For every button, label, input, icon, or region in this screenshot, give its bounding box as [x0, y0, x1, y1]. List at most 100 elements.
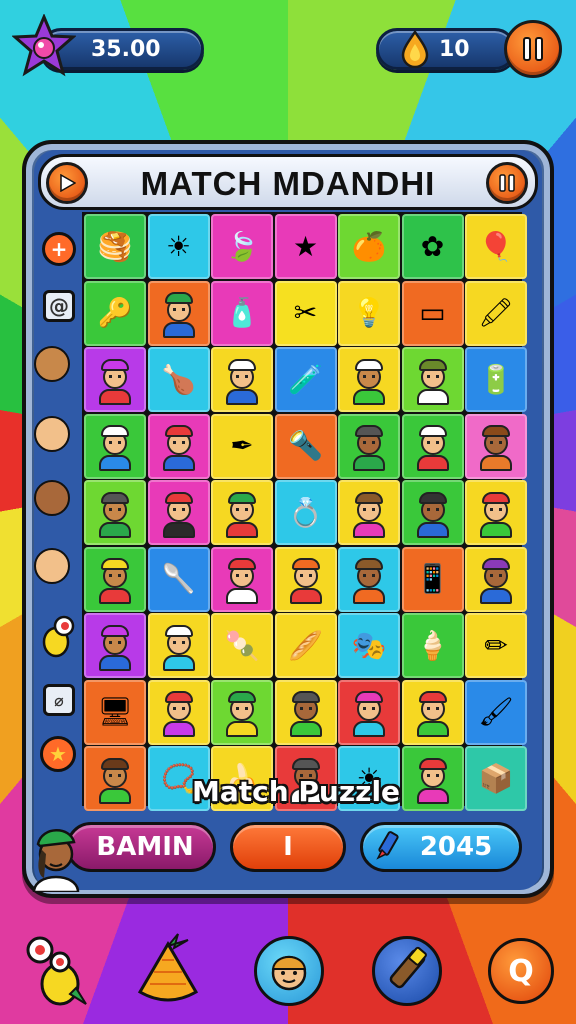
tile[interactable]: 🥖 — [274, 613, 337, 678]
tile[interactable] — [274, 546, 337, 612]
box-icon: 📦 — [478, 761, 514, 795]
tile[interactable] — [84, 347, 146, 412]
leaf-icon: 🍃 — [224, 229, 260, 263]
tile[interactable]: 🔦 — [274, 413, 337, 479]
tile[interactable] — [211, 679, 273, 745]
character-icon — [413, 355, 453, 405]
tile[interactable]: ✒ — [211, 413, 273, 479]
player-avatar[interactable] — [24, 820, 88, 892]
tile[interactable] — [84, 746, 146, 811]
character-icon — [222, 488, 262, 538]
side-chick-icon[interactable] — [34, 612, 76, 662]
marker-icon: 🖍 — [478, 296, 514, 329]
tile[interactable]: ☀ — [147, 214, 210, 279]
settings-button[interactable]: @ — [43, 290, 75, 322]
pancakes-icon: 🥞 — [97, 229, 133, 263]
character-icon — [476, 488, 516, 538]
tile[interactable]: 🖥 — [84, 679, 146, 745]
nav-tool-button[interactable] — [372, 936, 442, 1006]
tile[interactable]: 🍗 — [147, 347, 210, 412]
tile[interactable] — [147, 413, 210, 479]
tile[interactable]: 🍊 — [338, 214, 400, 279]
pause-icon — [523, 37, 543, 61]
tile[interactable]: 🔋 — [465, 347, 527, 412]
tile[interactable] — [465, 413, 527, 479]
side-avatar-3[interactable] — [34, 480, 70, 516]
tile[interactable] — [465, 546, 527, 612]
phone-icon: 📱 — [415, 562, 450, 595]
tile[interactable] — [147, 480, 210, 545]
tile[interactable]: 🥄 — [147, 546, 210, 612]
play-button[interactable] — [46, 162, 88, 204]
spoon-icon: 🥄 — [161, 562, 196, 595]
tile[interactable]: ★ — [274, 214, 337, 279]
tile[interactable]: 🖌 — [465, 679, 527, 745]
flashlight-icon: 🔦 — [288, 429, 323, 462]
tile[interactable] — [211, 480, 273, 545]
nav-character-icon[interactable] — [20, 934, 92, 1010]
tile[interactable]: 🖍 — [465, 280, 527, 346]
tile[interactable]: 🎭 — [338, 613, 400, 678]
tile[interactable]: 💍 — [274, 480, 337, 545]
tile[interactable] — [147, 679, 210, 745]
star-gem-icon[interactable] — [12, 14, 76, 78]
tile[interactable] — [84, 546, 146, 612]
tile[interactable] — [338, 546, 400, 612]
tile[interactable] — [401, 347, 464, 412]
nav-search-button[interactable]: Q — [488, 938, 554, 1004]
nav-profile-button[interactable] — [254, 936, 324, 1006]
tool-icon — [389, 946, 427, 989]
tile[interactable]: ✂ — [274, 280, 337, 346]
flower-icon: ✿ — [420, 229, 445, 263]
pause-button-top[interactable] — [504, 20, 562, 78]
side-avatar-2[interactable] — [34, 416, 70, 452]
tile[interactable] — [84, 613, 146, 678]
tile[interactable]: 🧴 — [211, 280, 273, 346]
brush-icon: 🖌 — [478, 695, 514, 728]
tile[interactable]: 🔑 — [84, 280, 146, 346]
tile[interactable] — [84, 480, 146, 545]
tile[interactable] — [211, 347, 273, 412]
side-avatar-4[interactable] — [34, 548, 70, 584]
character-icon — [349, 554, 389, 604]
tile[interactable] — [401, 679, 464, 745]
character-icon — [286, 687, 326, 737]
tile[interactable] — [338, 347, 400, 412]
side-avatar-1[interactable] — [34, 346, 70, 382]
tile[interactable]: 🍦 — [401, 613, 464, 678]
tile[interactable] — [401, 413, 464, 479]
paperclip-icon: ⌀ — [54, 690, 64, 710]
tile[interactable] — [147, 280, 210, 346]
tile[interactable]: 🍃 — [211, 214, 273, 279]
tile[interactable]: 📦 — [465, 746, 527, 811]
tile[interactable]: 💡 — [338, 280, 400, 346]
tile[interactable] — [274, 679, 337, 745]
tile[interactable] — [401, 480, 464, 545]
tile[interactable] — [338, 679, 400, 745]
pen-icon: ✒ — [230, 429, 254, 462]
tile[interactable]: ✿ — [401, 214, 464, 279]
player-name-pill[interactable]: BAMIN — [66, 822, 216, 872]
clip-button[interactable]: ⌀ — [43, 684, 75, 716]
middle-button[interactable]: I — [230, 822, 346, 872]
tile[interactable] — [84, 413, 146, 479]
tile[interactable]: 📱 — [401, 546, 464, 612]
tile[interactable] — [338, 480, 400, 545]
tile[interactable]: 🍡 — [211, 613, 273, 678]
tile[interactable]: 🎈 — [465, 214, 527, 279]
tile[interactable] — [338, 413, 400, 479]
add-button[interactable]: + — [42, 232, 76, 266]
tile[interactable]: ✏ — [465, 613, 527, 678]
tile[interactable] — [147, 613, 210, 678]
tile[interactable]: 🥞 — [84, 214, 146, 279]
character-icon — [159, 687, 199, 737]
nav-pineapple-icon[interactable] — [134, 932, 202, 1008]
tile[interactable]: 🧪 — [274, 347, 337, 412]
tile[interactable]: ▭ — [401, 280, 464, 346]
screen-icon: 🖥 — [97, 695, 133, 728]
tile[interactable] — [465, 480, 527, 545]
star-button[interactable]: ★ — [40, 736, 76, 772]
tile[interactable] — [211, 546, 273, 612]
pause-button[interactable] — [486, 162, 528, 204]
balloon-icon: 🎈 — [478, 229, 514, 263]
